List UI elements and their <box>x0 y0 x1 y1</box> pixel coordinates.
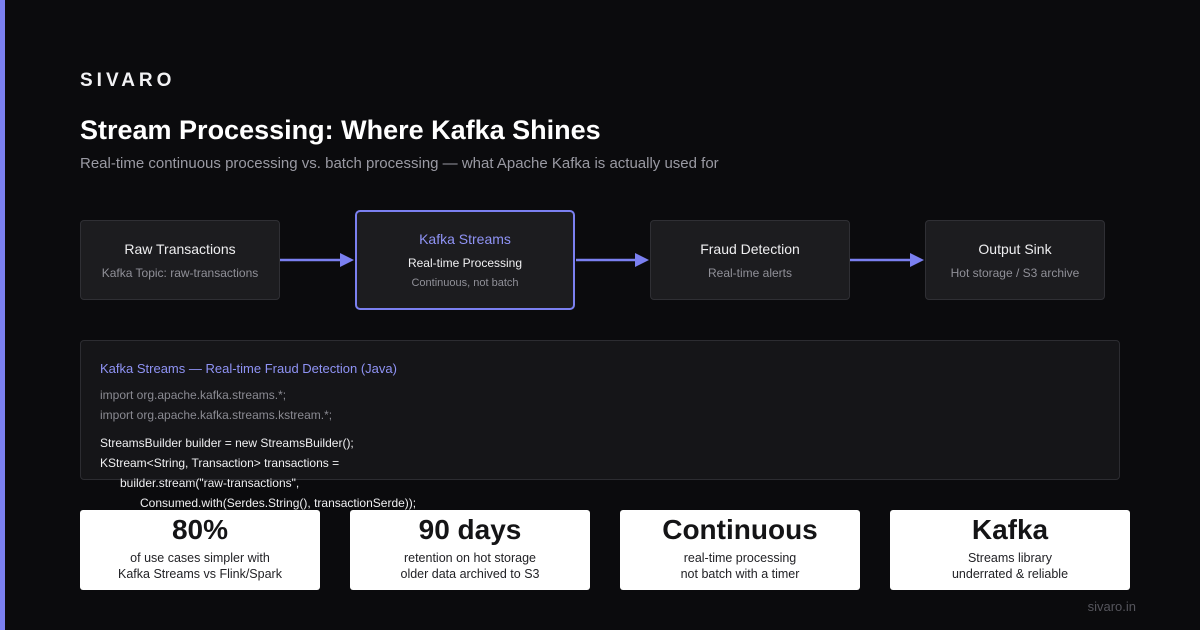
stat-label: real-time processing <box>683 551 797 565</box>
stat-label: Streams library <box>967 551 1053 565</box>
stat-value: 90 days <box>418 514 522 545</box>
stat-label: of use cases simpler with <box>130 551 270 565</box>
code-title: Kafka Streams — Real-time Fraud Detectio… <box>100 361 397 376</box>
code-line: StreamsBuilder builder = new StreamsBuil… <box>100 436 354 450</box>
code-line: import org.apache.kafka.streams.kstream.… <box>100 408 333 422</box>
footer-url: sivaro.in <box>1087 599 1136 614</box>
arrow-raw-to-streams <box>280 253 354 267</box>
stat-value: 80% <box>171 514 229 545</box>
stat-card-retention: 90 days retention on hot storage older d… <box>350 510 590 590</box>
stat-label: not batch with a timer <box>680 567 800 581</box>
stat-value: Kafka <box>971 514 1049 545</box>
stat-card-use-cases: 80% of use cases simpler with Kafka Stre… <box>80 510 320 590</box>
code-line: builder.stream("raw-transactions", <box>120 476 300 490</box>
stat-label: underrated & reliable <box>951 567 1069 581</box>
stat-card-kafka: Kafka Streams library underrated & relia… <box>890 510 1130 590</box>
code-line: Consumed.with(Serdes.String(), transacti… <box>140 496 417 510</box>
stat-label: older data archived to S3 <box>400 567 540 581</box>
arrow-streams-to-fraud <box>576 253 649 267</box>
stat-card-continuous: Continuous real-time processing not batc… <box>620 510 860 590</box>
arrow-fraud-to-sink <box>850 253 924 267</box>
stat-label: Kafka Streams vs Flink/Spark <box>118 567 282 581</box>
code-line: KStream<String, Transaction> transaction… <box>100 456 340 470</box>
code-line: import org.apache.kafka.streams.*; <box>100 388 287 402</box>
stat-value: Continuous <box>662 514 818 545</box>
stat-label: retention on hot storage <box>403 551 537 565</box>
